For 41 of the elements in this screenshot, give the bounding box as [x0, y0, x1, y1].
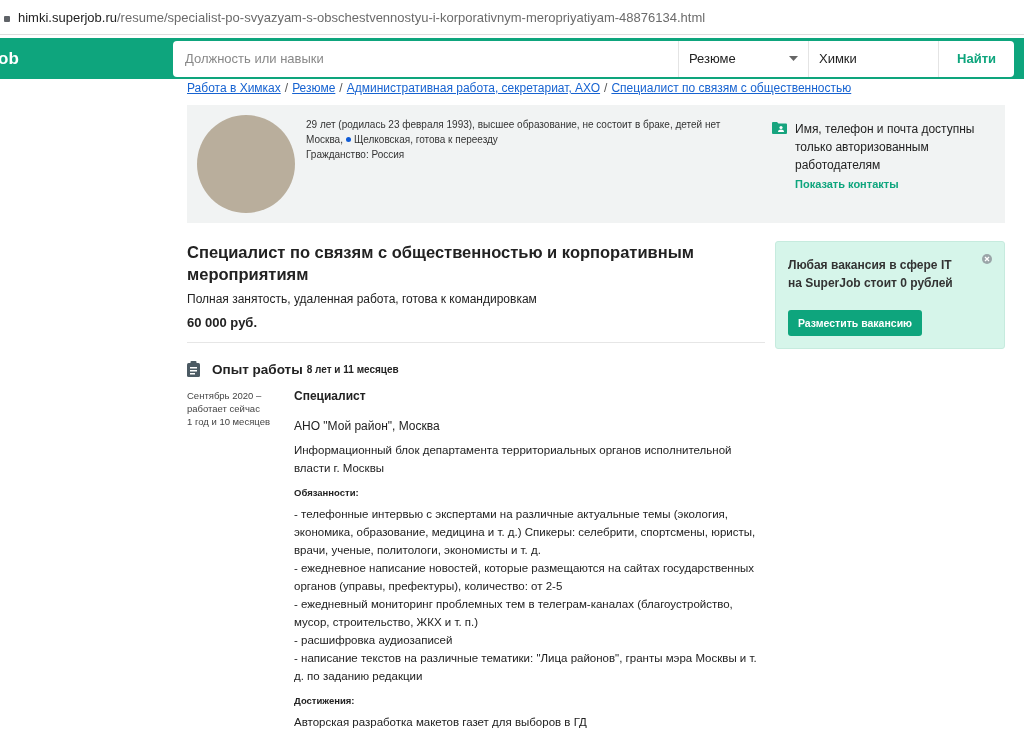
url-text[interactable]: himki.superjob.ru/resume/specialist-po-svyazyam-s-obschestvennostyu-i-korporativnym-meropriyatiyam-48876134.html	[18, 9, 706, 25]
experience-total: 8 лет и 11 месяцев	[306, 363, 399, 375]
breadcrumb-link[interactable]: Работа в Химках	[187, 81, 281, 95]
breadcrumb-separator: /	[284, 81, 289, 95]
achievements-label: Достижения:	[294, 695, 356, 706]
breadcrumb-separator: /	[604, 81, 608, 95]
breadcrumb-link[interactable]: Резюме	[292, 81, 336, 95]
caret-icon	[789, 56, 798, 61]
company-name: АНО "Мой район", Москва	[294, 419, 441, 433]
job-duration: 1 год и 10 месяцев	[187, 415, 271, 428]
personal-details: 29 лет (родилась 23 февраля 1993), высшее образование, не состоит в браке, детей нет	[306, 118, 722, 132]
city-field[interactable]: Химки	[808, 40, 938, 77]
citizenship-text: Гражданство: Россия	[306, 148, 406, 162]
breadcrumb-separator: /	[339, 81, 343, 95]
clipboard-icon	[187, 361, 200, 377]
metro-text: Щелковская, готова к переезду	[353, 133, 498, 147]
employment-text: Полная занятость, удаленная работа, готова к командировкам	[187, 292, 538, 306]
duties-label: Обязанности:	[294, 487, 360, 498]
achievements-text: Авторская разработка макетов газет для выборов в ГД	[294, 715, 588, 730]
department-text: Информационный блок департамента территориальных органов исполнительной власти г. Москвы	[294, 443, 733, 476]
duty-item: - расшифровка аудиозаписей	[294, 633, 454, 648]
duty-item: - написание текстов на различные тематики: "Лица районов", гранты мэра Москвы и т. д. по заданию редакции	[294, 651, 758, 684]
type-select[interactable]: Резюме	[678, 40, 808, 77]
city-text: Москва,	[306, 133, 343, 147]
duty-item: - ежедневный мониторинг проблемных тем в телеграм-каналах (благоустройство, мусор, строительство, ЖКХ и т. п.)	[294, 597, 734, 630]
duty-item: - ежедневное написание новостей, которые размещаются на сайтах государственных органов (управы, префектуры), количество: от 2-5	[294, 561, 756, 594]
salary-text: 60 000 руб.	[187, 315, 258, 330]
job-position: Специалист	[294, 389, 367, 403]
experience-heading: Опыт работы	[212, 361, 303, 377]
breadcrumb-link[interactable]: Административная работа, секретариат, АХО	[346, 81, 601, 95]
duty-item: - телефонные интервью с экспертами на различные актуальные темы (экология, экономика, образование, медицина и т. д.) Спикеры: селебрити, спортсмены, юристы, врачи, ученые, политологи, экономисты и т. д.	[294, 507, 757, 558]
contacts-note: Имя, телефон и почта доступны только авторизованным работодателям	[795, 121, 976, 174]
folder-person-icon	[772, 122, 787, 134]
breadcrumb-link[interactable]: Специалист по связям с общественностью	[611, 81, 852, 95]
job-period: Сентябрь 2020 – работает сейчас	[187, 389, 263, 415]
search-field[interactable]: Должность или навыки	[173, 40, 678, 77]
search-button[interactable]: Найти	[938, 40, 1014, 77]
promo-text: Любая вакансия в сфере IT на SuperJob стоит 0 рублей	[788, 257, 954, 292]
resume-title: Специалист по связям с общественностью и корпоративным мероприятиям	[187, 242, 695, 285]
close-icon[interactable]	[982, 254, 992, 264]
post-vacancy-button[interactable]: Разместить вакансию	[788, 310, 923, 336]
